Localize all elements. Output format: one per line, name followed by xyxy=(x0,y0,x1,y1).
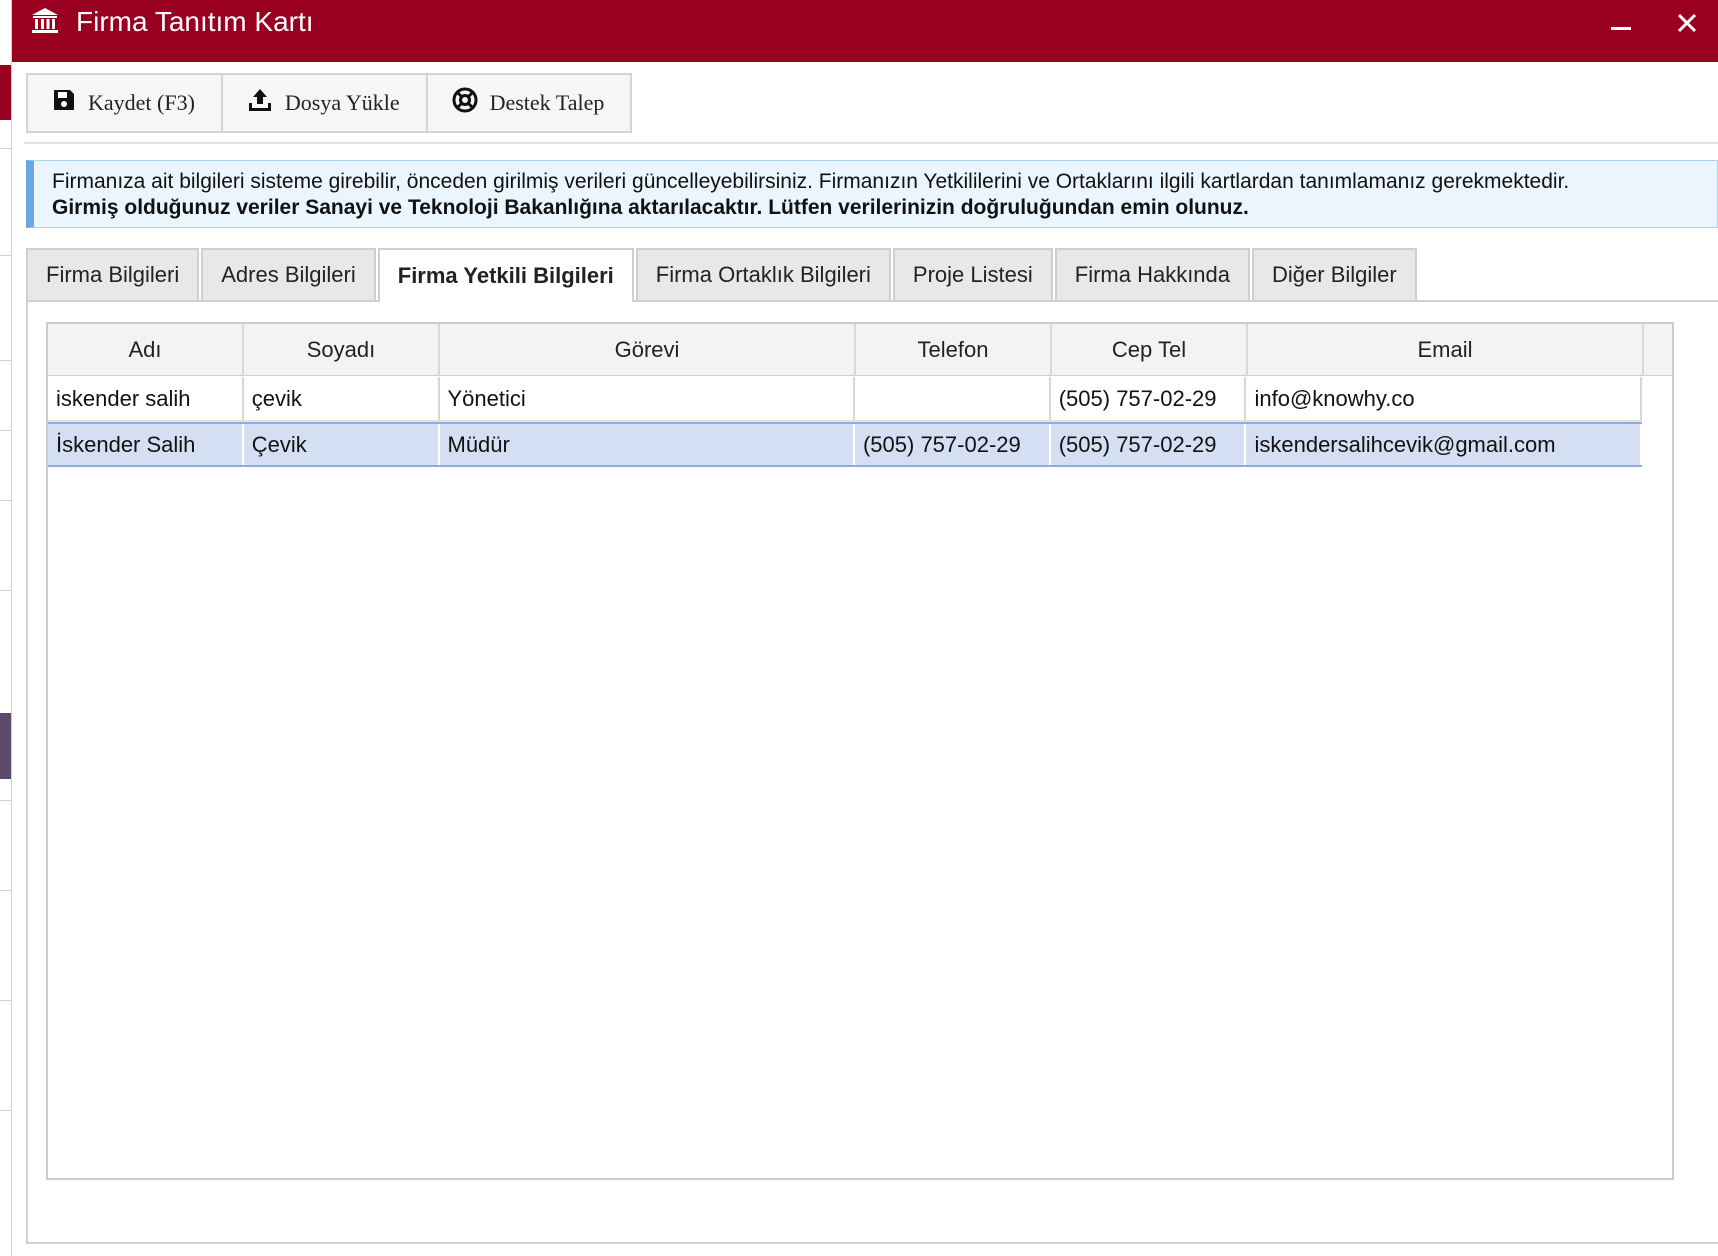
background-header xyxy=(0,65,11,120)
tab-adres-bilgileri[interactable]: Adres Bilgileri xyxy=(201,248,376,300)
cell-email: iskendersalihcevik@gmail.com xyxy=(1246,424,1642,465)
minimize-button[interactable] xyxy=(1588,0,1654,50)
save-label: Kaydet (F3) xyxy=(88,90,195,115)
tab-proje-listesi[interactable]: Proje Listesi xyxy=(892,248,1053,300)
close-icon xyxy=(1677,13,1697,38)
tab-strip: Firma Bilgileri Adres Bilgileri Firma Ye… xyxy=(26,248,1419,302)
cell-adi: iskender salih xyxy=(48,377,244,420)
column-header-email[interactable]: Email xyxy=(1248,324,1644,376)
minimize-icon xyxy=(1610,12,1632,39)
support-label: Destek Talep xyxy=(489,90,605,115)
column-header-adi[interactable]: Adı xyxy=(48,324,244,376)
background-panel xyxy=(0,713,11,779)
upload-file-button[interactable]: Dosya Yükle xyxy=(222,75,428,131)
support-request-button[interactable]: Destek Talep xyxy=(427,75,631,131)
toolbar-divider xyxy=(24,142,1718,144)
tab-firma-ortaklik-bilgileri[interactable]: Firma Ortaklık Bilgileri xyxy=(635,248,891,300)
info-warning-text: Girmiş olduğunuz veriler Sanayi ve Tekno… xyxy=(52,196,1249,219)
upload-label: Dosya Yükle xyxy=(284,90,400,115)
info-banner: Firmanıza ait bilgileri sisteme girebili… xyxy=(26,160,1718,228)
cell-cep-tel: (505) 757-02-29 xyxy=(1051,424,1247,465)
column-header-filler xyxy=(1644,324,1672,376)
cell-adi: İskender Salih xyxy=(48,424,244,465)
column-header-soyadi[interactable]: Soyadı xyxy=(244,324,440,376)
column-header-cep-tel[interactable]: Cep Tel xyxy=(1052,324,1248,376)
toolbar: Kaydet (F3) Dosya Yükle Destek Talep xyxy=(26,73,633,133)
cell-gorevi: Müdür xyxy=(440,424,855,465)
tab-firma-hakkinda[interactable]: Firma Hakkında xyxy=(1054,248,1251,300)
dialog-titlebar[interactable]: Firma Tanıtım Kartı xyxy=(12,0,1718,62)
save-icon xyxy=(52,88,88,118)
grid-header: Adı Soyadı Görevi Telefon Cep Tel Email xyxy=(48,324,1672,376)
firma-tanitim-dialog: Firma Tanıtım Kartı Kaydet (F3) Dosya Yü… xyxy=(12,0,1718,1256)
save-button[interactable]: Kaydet (F3) xyxy=(28,75,223,131)
column-header-gorevi[interactable]: Görevi xyxy=(440,324,856,376)
background-page xyxy=(0,0,12,1256)
close-button[interactable] xyxy=(1654,0,1718,50)
upload-icon xyxy=(247,87,285,119)
institution-icon xyxy=(30,6,60,36)
table-row-selected[interactable]: İskender Salih Çevik Müdür (505) 757-02-… xyxy=(48,422,1642,467)
cell-soyadi: çevik xyxy=(244,377,440,420)
cell-cep-tel: (505) 757-02-29 xyxy=(1051,377,1247,420)
tab-firma-bilgileri[interactable]: Firma Bilgileri xyxy=(26,248,200,300)
lifebuoy-icon xyxy=(452,87,490,119)
cell-soyadi: Çevik xyxy=(244,424,440,465)
cell-telefon: (505) 757-02-29 xyxy=(855,424,1051,465)
tab-firma-yetkili-bilgileri[interactable]: Firma Yetkili Bilgileri xyxy=(377,248,634,302)
tab-diger-bilgiler[interactable]: Diğer Bilgiler xyxy=(1252,248,1417,300)
dialog-title: Firma Tanıtım Kartı xyxy=(76,6,314,37)
cell-telefon xyxy=(855,377,1051,420)
authorized-persons-grid: Adı Soyadı Görevi Telefon Cep Tel Email … xyxy=(46,322,1674,1180)
column-header-telefon[interactable]: Telefon xyxy=(856,324,1052,376)
cell-email: info@knowhy.co xyxy=(1246,377,1642,420)
table-row[interactable]: iskender salih çevik Yönetici (505) 757-… xyxy=(48,377,1642,422)
cell-gorevi: Yönetici xyxy=(440,377,855,420)
info-text: Firmanıza ait bilgileri sisteme girebili… xyxy=(52,170,1570,193)
